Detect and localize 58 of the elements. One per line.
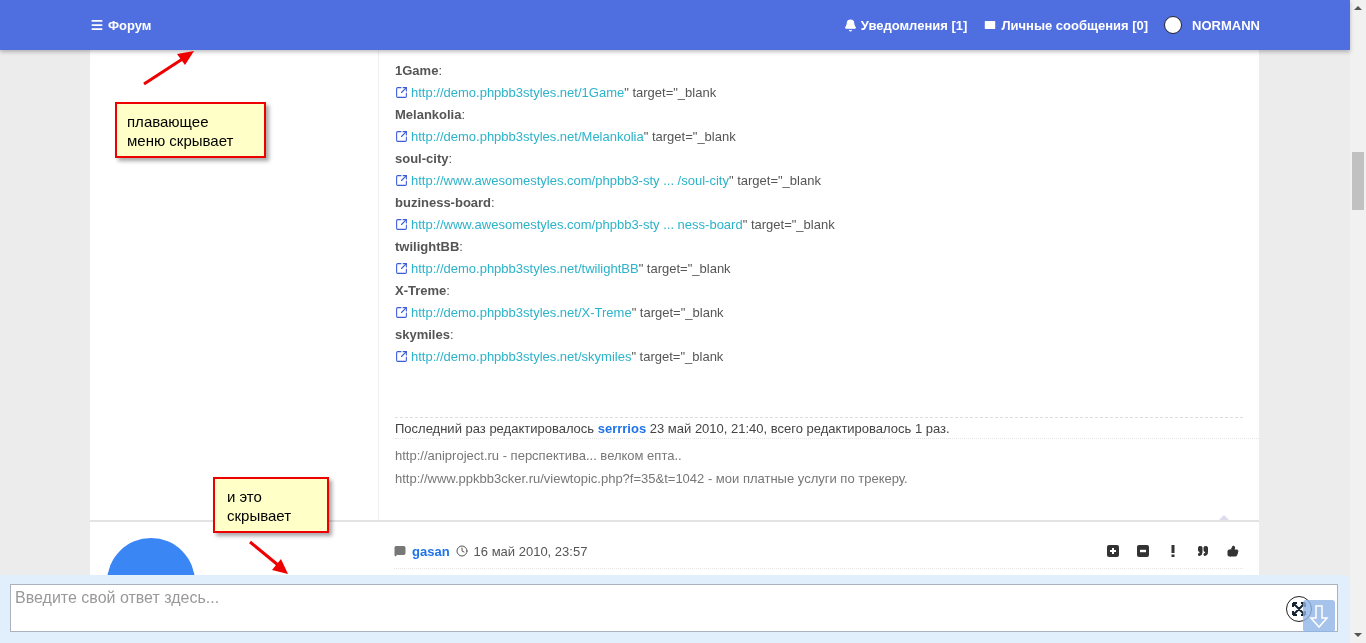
signature-line: http://www.ppkbb3cker.ru/viewtopic.php?f=35&t=1042 - мои платные услуги по трекеру. [395, 470, 909, 488]
external-link-icon [395, 349, 408, 363]
link-suffix: " target="_blank [742, 216, 835, 232]
annotation-callout: и это скрывает [213, 477, 329, 533]
external-link-icon [395, 305, 408, 319]
link[interactable]: http://demo.phpbb3styles.net/skymiles [411, 348, 632, 364]
edit-note: Последний раз редактировалось serrrios 23 май 2010, 21:40, всего редактировалось 1 раз. [395, 418, 1259, 439]
quote-icon [1196, 545, 1209, 557]
site-name: 1Game: [395, 62, 442, 78]
bell-icon [843, 18, 857, 32]
link-suffix: " target="_blank [643, 128, 736, 144]
link[interactable]: http://www.awesomestyles.com/phpbb3-sty ... ness-board [411, 216, 743, 232]
link[interactable]: http://demo.phpbb3styles.net/X-Treme [411, 304, 632, 320]
user-avatar-icon [1164, 16, 1183, 34]
site-name: Melankolia: [395, 106, 466, 122]
site-name: soul-city: [395, 150, 453, 166]
site-name: buziness-board: [395, 194, 495, 210]
annotation-arrow [249, 540, 288, 574]
clock-icon [455, 545, 468, 557]
quote-button[interactable] [1196, 544, 1209, 558]
link[interactable]: http://demo.phpbb3styles.net/1Game [411, 84, 625, 100]
link-suffix: " target="_blank [728, 172, 821, 188]
comment-icon [394, 545, 406, 557]
signature-line: http://aniproject.ru - перспектива... велком епта.. [395, 447, 683, 465]
link[interactable]: http://demo.phpbb3styles.net/Melankolia [411, 128, 644, 144]
notifications-link[interactable]: Уведомления [1] [843, 17, 968, 33]
link-suffix: " target="_blank [624, 84, 717, 100]
minus-icon [1136, 545, 1149, 557]
plus-button[interactable] [1106, 544, 1119, 558]
site-name: X-Treme: [395, 282, 450, 298]
reply-field[interactable]: Введите свой ответ здесь... [10, 584, 1338, 632]
annotation-arrow [143, 51, 194, 86]
external-link-icon [395, 217, 408, 231]
external-link-icon [395, 261, 408, 275]
site-name: twilightBB: [395, 238, 463, 254]
plus-icon [1106, 545, 1119, 557]
link-suffix: " target="_blank [631, 348, 724, 364]
external-link-icon [395, 85, 408, 99]
thumbs-up-icon [1226, 545, 1239, 557]
forum-menu-link[interactable]: Форум [90, 17, 152, 33]
external-link-icon [395, 173, 408, 187]
thumbs-up-button[interactable] [1226, 544, 1239, 558]
menu-icon [90, 18, 104, 32]
annotation-callout: плавающее меню скрывает [115, 102, 266, 158]
link[interactable]: http://demo.phpbb3styles.net/twilightBB [411, 260, 639, 276]
user-link[interactable]: serrrios [597, 421, 647, 436]
post-time: 16 май 2010, 23:57 [473, 543, 588, 559]
link-suffix: " target="_blank [638, 260, 731, 276]
link-suffix: " target="_blank [631, 304, 724, 320]
envelope-icon [983, 18, 998, 32]
external-link-icon [395, 129, 408, 143]
minus-button[interactable] [1136, 544, 1149, 558]
author-link[interactable]: gasan [412, 543, 450, 559]
exclamation-icon [1170, 545, 1175, 557]
link[interactable]: http://www.awesomestyles.com/phpbb3-sty ... /soul-city [411, 172, 729, 188]
site-name: skymiles: [395, 326, 454, 342]
messages-link[interactable]: Личные сообщения [0] [983, 17, 1149, 33]
user-link[interactable]: NORMANN [1164, 16, 1260, 34]
